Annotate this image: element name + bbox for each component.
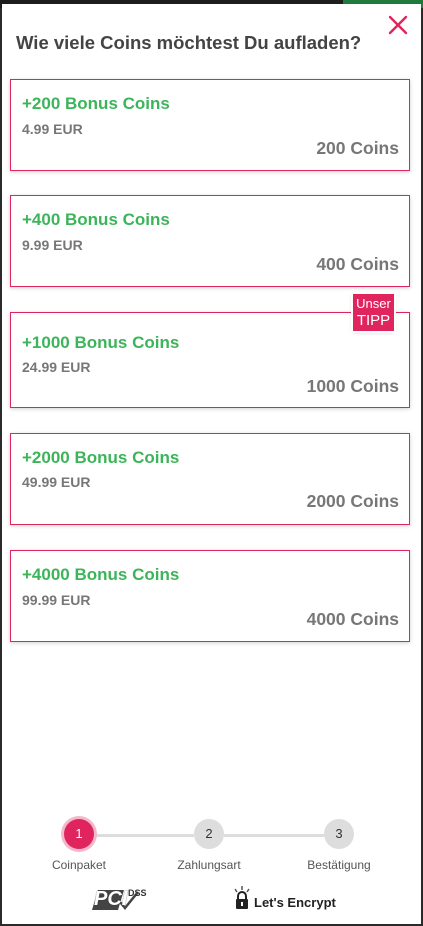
pci-label: PCI [94, 888, 128, 910]
lets-encrypt-label: Let's Encrypt [254, 895, 336, 910]
bonus-label: +1000 Bonus Coins [22, 333, 180, 352]
recommendation-badge: Unser TIPP [353, 294, 394, 331]
coins-label: 4000 Coins [306, 609, 399, 629]
price-label: 99.99 EUR [22, 592, 91, 608]
price-label: 24.99 EUR [22, 359, 91, 375]
step-3-indicator: 3 [324, 819, 354, 849]
coin-package-4000[interactable]: +4000 Bonus Coins 99.99 EUR 4000 Coins [10, 550, 410, 642]
trust-badges: PCI DSS Let's Encrypt [2, 884, 421, 914]
close-icon[interactable] [385, 12, 411, 38]
coins-label: 1000 Coins [306, 376, 399, 396]
lock-icon [234, 886, 250, 909]
step-2-indicator: 2 [194, 819, 224, 849]
price-label: 9.99 EUR [22, 237, 83, 253]
modal-title: Wie viele Coins möchtest Du aufladen? [16, 32, 362, 53]
bonus-label: +4000 Bonus Coins [22, 565, 180, 584]
step-connector [224, 834, 324, 837]
coin-purchase-modal: Wie viele Coins möchtest Du aufladen? +2… [2, 4, 421, 924]
badge-line-1: Unser [356, 296, 391, 311]
step-2-label: Zahlungsart [177, 858, 241, 872]
coin-package-400[interactable]: +400 Bonus Coins 9.99 EUR 400 Coins [10, 195, 410, 287]
badge-line-2: TIPP [356, 312, 391, 329]
coins-label: 400 Coins [316, 254, 399, 274]
coin-package-200[interactable]: +200 Bonus Coins 4.99 EUR 200 Coins [10, 79, 410, 171]
bonus-label: +200 Bonus Coins [22, 94, 170, 113]
lets-encrypt-logo: Let's Encrypt [232, 886, 342, 912]
price-label: 49.99 EUR [22, 474, 91, 490]
step-1-label: Coinpaket [51, 858, 107, 872]
coins-label: 2000 Coins [306, 491, 399, 511]
dss-label: DSS [128, 888, 147, 898]
bonus-label: +2000 Bonus Coins [22, 448, 180, 467]
coin-package-2000[interactable]: +2000 Bonus Coins 49.99 EUR 2000 Coins [10, 433, 410, 525]
bonus-label: +400 Bonus Coins [22, 210, 170, 229]
step-1-indicator: 1 [64, 819, 94, 849]
coins-label: 200 Coins [316, 138, 399, 158]
pci-dss-logo: PCI DSS [90, 886, 160, 912]
step-connector [94, 834, 194, 837]
checkout-stepper: 1 2 3 Coinpaket Zahlungsart Bestätigung [2, 816, 421, 876]
coin-package-1000[interactable]: +1000 Bonus Coins 24.99 EUR 1000 Coins [10, 312, 410, 408]
price-label: 4.99 EUR [22, 121, 83, 137]
step-3-label: Bestätigung [307, 858, 371, 872]
